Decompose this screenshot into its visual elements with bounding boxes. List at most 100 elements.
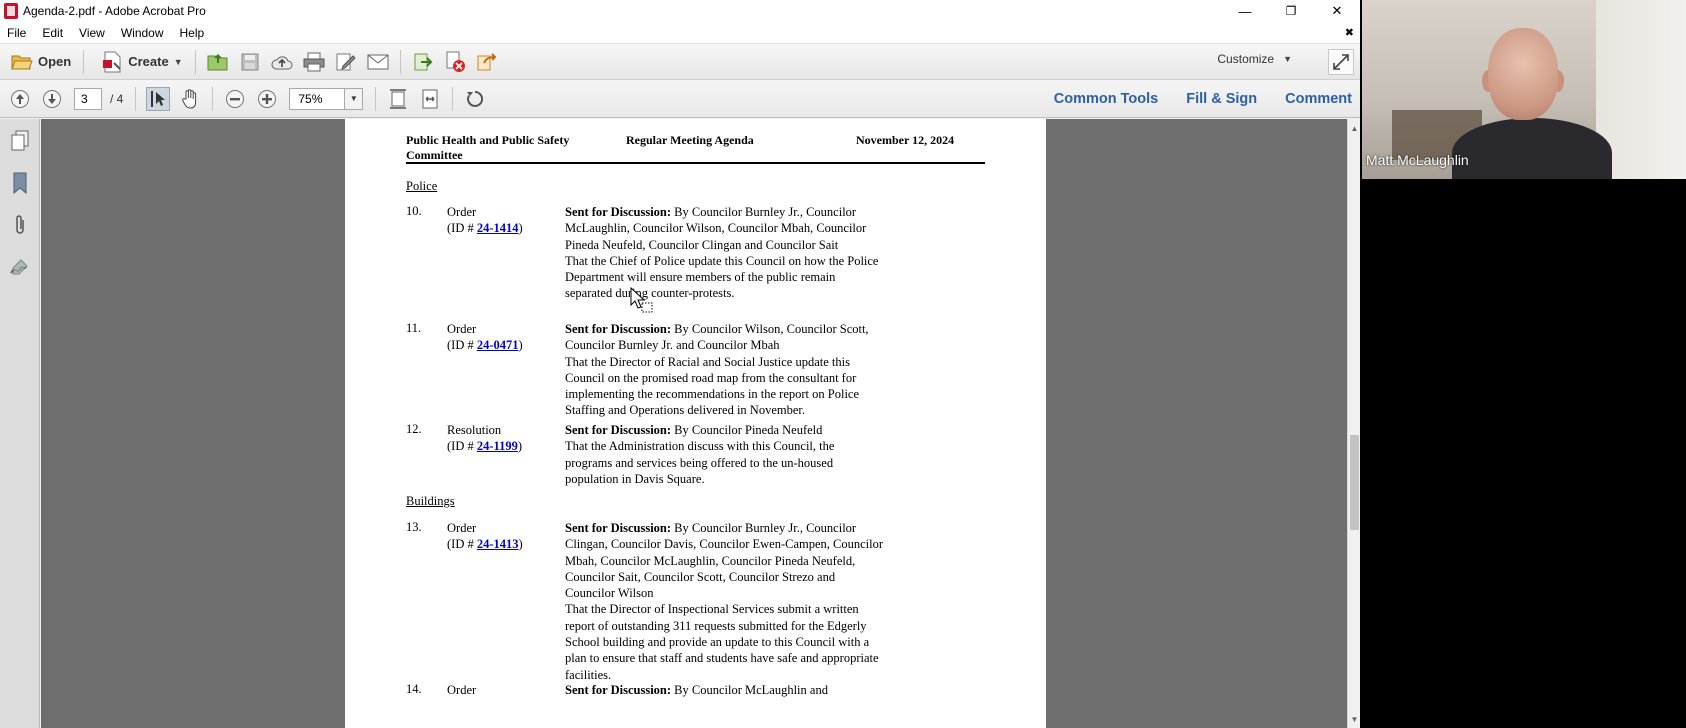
item-type-label: Order (447, 322, 477, 336)
item-type: Order (447, 682, 476, 698)
item-number: 13. (406, 520, 422, 534)
item-id-suffix: ) (518, 338, 523, 352)
page-thumbnails-icon[interactable] (9, 129, 31, 153)
toolbar-separator (452, 86, 454, 111)
item-number: 12. (406, 422, 422, 436)
menu-bar: File Edit View Window Help ✖ (0, 22, 1360, 44)
share-icon[interactable] (475, 50, 499, 74)
previous-page-icon[interactable] (8, 87, 32, 111)
next-page-icon[interactable] (40, 87, 64, 111)
item-type-label: Resolution (447, 423, 502, 437)
section-heading-buildings: Buildings (406, 494, 455, 508)
video-area-background (1362, 179, 1686, 728)
item-number: 10. (406, 204, 422, 218)
zoom-level-input[interactable]: 75% (289, 87, 346, 110)
item-id-suffix: ) (518, 537, 523, 551)
document-viewport[interactable]: Public Health and Public Safety Committe… (41, 119, 1347, 728)
item-lead: Sent for Discussion: (565, 521, 672, 535)
expand-icon[interactable] (1328, 49, 1354, 75)
toolbar-separator (375, 86, 377, 111)
webcam-video-tile: Matt McLaughlin (1362, 0, 1686, 179)
menu-window[interactable]: Window (113, 26, 172, 40)
item-body: Sent for Discussion: By Councilor Pineda… (565, 422, 883, 487)
main-toolbar: Open Create ▼ Customize ▼ (0, 44, 1360, 80)
create-pdf-icon (100, 50, 124, 74)
item-id-link[interactable]: 24-1199 (477, 439, 518, 453)
task-panes: Common Tools Fill & Sign Comment (1040, 80, 1356, 118)
header-meeting-type: Regular Meeting Agenda (626, 133, 754, 147)
close-button[interactable]: ✕ (1314, 0, 1360, 22)
toolbar-separator (212, 86, 214, 111)
close-document-button[interactable]: ✖ (1345, 26, 1354, 39)
item-type: Order (ID # 24-1414) (447, 204, 523, 236)
toolbar-separator (135, 86, 137, 111)
scroll-up-icon[interactable]: ▲ (1348, 121, 1360, 135)
read-mode-icon[interactable] (463, 87, 487, 111)
zoom-in-icon[interactable] (255, 87, 279, 111)
item-sponsors: By Councilor McLaughlin and (671, 683, 828, 697)
select-tool-icon[interactable] (146, 86, 171, 111)
item-body: Sent for Discussion: By Councilor Wilson… (565, 321, 883, 419)
save-icon[interactable] (238, 50, 262, 74)
restore-button[interactable]: ❐ (1268, 0, 1314, 22)
item-body: Sent for Discussion: By Councilor Burnle… (565, 204, 883, 302)
export-icon[interactable] (411, 50, 435, 74)
tab-common-tools[interactable]: Common Tools (1040, 91, 1172, 107)
item-type-label: Order (447, 205, 477, 219)
item-id-prefix: (ID # (447, 338, 477, 352)
item-text: That the Director of Inspectional Servic… (565, 602, 879, 682)
customize-dropdown[interactable]: Customize ▼ (1217, 52, 1292, 66)
menu-view[interactable]: View (71, 26, 113, 40)
delete-page-icon[interactable] (443, 50, 467, 74)
item-type: Order (ID # 24-1413) (447, 520, 523, 552)
scrollbar-thumb[interactable] (1350, 435, 1359, 530)
open-folder-icon[interactable] (206, 50, 230, 74)
item-lead: Sent for Discussion: (565, 683, 672, 697)
header-committee: Public Health and Public Safety Committe… (406, 133, 569, 162)
navigation-pane (0, 119, 40, 728)
item-id-link[interactable]: 24-1413 (477, 537, 519, 551)
zoom-out-icon[interactable] (223, 87, 247, 111)
item-id-link[interactable]: 24-1414 (477, 221, 519, 235)
menu-edit[interactable]: Edit (34, 26, 71, 40)
participant-shirt (1452, 118, 1612, 179)
menu-help[interactable]: Help (172, 26, 213, 40)
item-id-suffix: ) (517, 439, 523, 453)
window-controls: — ❐ ✕ (1222, 0, 1360, 22)
item-type-label: Order (447, 521, 477, 535)
item-id-prefix: (ID # (447, 221, 477, 235)
menu-file[interactable]: File (0, 26, 34, 40)
item-text: That the Director of Racial and Social J… (565, 354, 860, 418)
section-heading-police: Police (406, 179, 438, 193)
bookmarks-icon[interactable] (9, 171, 31, 195)
navigation-toolbar: 3 / 4 75% ▼ Common Tools Fill & Sign Com… (0, 80, 1360, 118)
item-body: Sent for Discussion: By Councilor Burnle… (565, 520, 883, 683)
tab-comment[interactable]: Comment (1271, 91, 1356, 107)
attachments-icon[interactable] (9, 213, 31, 237)
create-button[interactable]: Create ▼ (90, 48, 188, 76)
participant-head (1488, 28, 1558, 120)
open-button[interactable]: Open (0, 48, 77, 76)
zoom-dropdown-icon[interactable]: ▼ (345, 87, 364, 110)
item-text: That the Administration discuss with thi… (565, 439, 835, 486)
chevron-down-icon: ▼ (1283, 54, 1292, 64)
tab-fill-sign[interactable]: Fill & Sign (1172, 91, 1271, 107)
print-icon[interactable] (302, 50, 326, 74)
title-bar: Agenda-2.pdf - Adobe Acrobat Pro — ❐ ✕ (0, 0, 1360, 22)
minimize-button[interactable]: — (1222, 0, 1268, 22)
page-number-input[interactable]: 3 (74, 87, 102, 110)
toolbar-separator (83, 49, 85, 74)
item-lead: Sent for Discussion: (565, 423, 672, 437)
item-id-link[interactable]: 24-0471 (477, 338, 519, 352)
vertical-scrollbar[interactable]: ▲ ▼ (1347, 119, 1360, 728)
header-committee-line2: Committee (406, 147, 463, 162)
scroll-down-icon[interactable]: ▼ (1348, 712, 1360, 726)
item-number: 11. (406, 321, 422, 335)
cloud-upload-icon[interactable] (270, 50, 294, 74)
edit-icon[interactable] (334, 50, 358, 74)
fit-width-icon[interactable] (418, 87, 442, 111)
hand-tool-icon[interactable] (178, 87, 202, 111)
email-icon[interactable] (366, 50, 390, 74)
signatures-icon[interactable] (9, 255, 31, 279)
fit-page-icon[interactable] (386, 87, 410, 111)
